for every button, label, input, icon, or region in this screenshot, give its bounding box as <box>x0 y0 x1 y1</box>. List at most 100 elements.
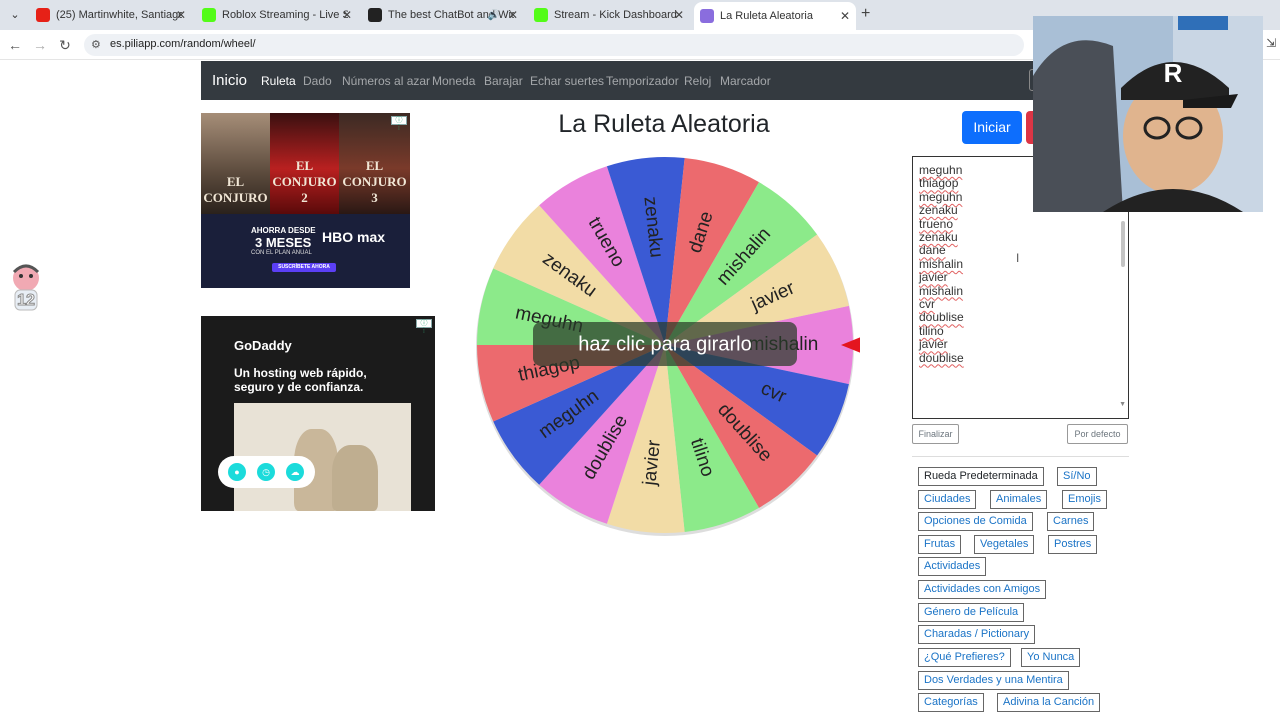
name-entry: tilino <box>919 323 944 338</box>
hbo-max-logo: HBO max <box>322 229 386 245</box>
extension-icon[interactable]: ⇲ <box>1266 36 1276 50</box>
tab-title: La Ruleta Aleatoria <box>720 10 813 22</box>
preset-button[interactable]: Actividades <box>918 557 987 576</box>
webcam-overlay: R <box>1033 16 1263 212</box>
location-icon: ● <box>228 463 246 481</box>
preset-button[interactable]: Actividades con Amigos <box>918 580 1047 599</box>
tab-favicon-icon <box>202 8 216 22</box>
preset-button[interactable]: Vegetales <box>974 535 1035 554</box>
preset-button[interactable]: Animales <box>990 490 1048 509</box>
text-cursor-icon: I <box>1016 251 1020 265</box>
name-entry: mishalin <box>919 256 964 271</box>
nav-link[interactable]: Marcador <box>720 74 771 88</box>
name-entry: javier <box>919 337 948 352</box>
name-entry: thiagop <box>919 176 959 191</box>
tab-audio-icon[interactable]: 🔊 <box>488 10 500 21</box>
name-entry: doublise <box>919 350 964 365</box>
start-button[interactable]: Iniciar <box>962 111 1022 144</box>
preset-button[interactable]: Opciones de Comida <box>918 512 1033 531</box>
ad-text-line1: AHORRA DESDE <box>251 226 316 235</box>
preset-button[interactable]: Género de Película <box>918 603 1025 622</box>
tab-favicon-icon <box>700 9 714 23</box>
ad-poster-3-title: EL CONJURO 3 <box>342 158 407 205</box>
preset-button[interactable]: Sí/No <box>1057 467 1097 486</box>
url-field[interactable]: ⚙ es.piliapp.com/random/wheel/ <box>84 34 1024 56</box>
ad-choices-icon[interactable]: ⓘ ⋮ <box>416 319 432 334</box>
preset-button[interactable]: Carnes <box>1047 512 1095 531</box>
godaddy-ad[interactable]: GoDaddy Un hosting web rápido, seguro y … <box>201 316 435 511</box>
finish-button[interactable]: Finalizar <box>912 424 959 444</box>
nav-link[interactable]: Reloj <box>684 74 711 88</box>
ad-poster-2-title: EL CONJURO 2 <box>272 158 337 205</box>
ad-poster-2: EL CONJURO 2 <box>270 113 339 214</box>
preset-button[interactable]: ¿Qué Prefieres? <box>918 648 1011 667</box>
overlay-avatar-badge: 12 <box>17 292 36 310</box>
back-icon[interactable]: ← <box>7 37 23 53</box>
url-text: es.piliapp.com/random/wheel/ <box>110 38 256 50</box>
tab-close-icon[interactable]: ✕ <box>342 8 352 22</box>
tab-title: (25) Martinwhite, Santiago Bern <box>56 9 182 21</box>
preset-button[interactable]: Categorías <box>918 693 984 712</box>
site-navbar: Inicio Ruleta Dado Números al azar Moneda Ba… <box>201 61 1047 100</box>
ad-cta-button[interactable]: SUSCRÍBETE AHORA <box>272 263 336 272</box>
nav-link[interactable]: Echar suertes <box>530 74 604 88</box>
name-entry: cvr <box>919 297 935 312</box>
tab-title: Roblox Streaming - Live Stream <box>222 9 348 21</box>
preset-button[interactable]: Charadas / Pictionary <box>918 625 1036 644</box>
preset-button[interactable]: Dos Verdades y una Mentira <box>918 671 1069 690</box>
browser-tab[interactable]: Roblox Streaming - Live Stream✕ <box>196 4 358 26</box>
name-entry: mishalin <box>919 283 964 298</box>
nav-link[interactable]: Números al azar <box>342 74 430 88</box>
browser-tab[interactable]: (25) Martinwhite, Santiago Bern✕ <box>30 4 192 26</box>
godaddy-tagline: Un hosting web rápido, seguro y de confi… <box>234 366 367 394</box>
nav-link[interactable]: Temporizador <box>606 74 679 88</box>
tab-title: Stream - Kick Dashboard <box>554 9 677 21</box>
new-tab-button[interactable]: + <box>861 5 870 23</box>
tab-favicon-icon <box>534 8 548 22</box>
tab-close-icon[interactable]: ✕ <box>840 9 850 23</box>
reload-icon[interactable]: ↻ <box>57 37 73 54</box>
cloud-icon: ☁ <box>286 463 304 481</box>
name-entry: meguhn <box>919 189 963 204</box>
preset-button[interactable]: Yo Nunca <box>1021 648 1081 667</box>
preset-button[interactable]: Postres <box>1048 535 1098 554</box>
navbar-brand[interactable]: Inicio <box>212 72 247 89</box>
browser-tab[interactable]: La Ruleta Aleatoria ✕ <box>694 2 856 30</box>
scroll-down-icon[interactable]: ▼ <box>1119 401 1126 408</box>
forward-icon[interactable]: → <box>32 37 48 53</box>
textarea-scrollbar[interactable] <box>1121 221 1125 267</box>
divider <box>912 456 1129 457</box>
tab-close-icon[interactable]: ✕ <box>176 8 186 22</box>
hbo-max-ad[interactable]: EL CONJURO EL CONJURO 2 EL CONJURO 3 AHO… <box>201 113 410 288</box>
name-entry: javier <box>919 270 948 285</box>
tab-search-icon[interactable]: ⌄ <box>6 6 24 24</box>
browser-tab[interactable]: Stream - Kick Dashboard ✕ <box>528 4 690 26</box>
overlay-avatar: 12 <box>10 262 42 314</box>
preset-button[interactable]: Rueda Predeterminada <box>918 467 1044 486</box>
name-entry: dane <box>919 243 946 258</box>
browser-tab[interactable]: The best ChatBot and Widg 🔊 ✕ <box>362 4 524 26</box>
page-title: La Ruleta Aleatoria <box>558 110 770 138</box>
nav-link[interactable]: Dado <box>303 74 332 88</box>
tab-close-icon[interactable]: ✕ <box>674 8 684 22</box>
name-entry: trueno <box>919 216 954 231</box>
name-entry: doublise <box>919 310 964 325</box>
preset-button[interactable]: Ciudades <box>918 490 977 509</box>
site-info-icon[interactable]: ⚙ <box>91 38 101 51</box>
preset-button[interactable]: Emojis <box>1062 490 1108 509</box>
name-entry: zenaku <box>919 203 958 218</box>
ad-choices-icon[interactable]: ⓘ ⋮ <box>391 116 407 131</box>
nav-link[interactable]: Ruleta <box>261 74 296 88</box>
hbo-banner: AHORRA DESDE 3 MESES CON EL PLAN ANUAL H… <box>201 214 410 288</box>
ad-icon-pill: ● ◷ ☁ <box>218 456 315 488</box>
godaddy-logo: GoDaddy <box>234 338 292 353</box>
tab-close-icon[interactable]: ✕ <box>508 8 518 22</box>
spin-wheel[interactable]: mishalincvrdoublisetilinojavierdoublisem… <box>470 150 860 540</box>
spin-overlay-text[interactable]: haz clic para girarlo <box>578 333 751 355</box>
nav-link[interactable]: Moneda <box>432 74 475 88</box>
default-button[interactable]: Por defecto <box>1067 424 1128 444</box>
preset-button[interactable]: Frutas <box>918 535 962 554</box>
preset-button[interactable]: Adivina la Canción <box>997 693 1101 712</box>
ad-poster-1: EL CONJURO <box>201 113 270 214</box>
nav-link[interactable]: Barajar <box>484 74 523 88</box>
